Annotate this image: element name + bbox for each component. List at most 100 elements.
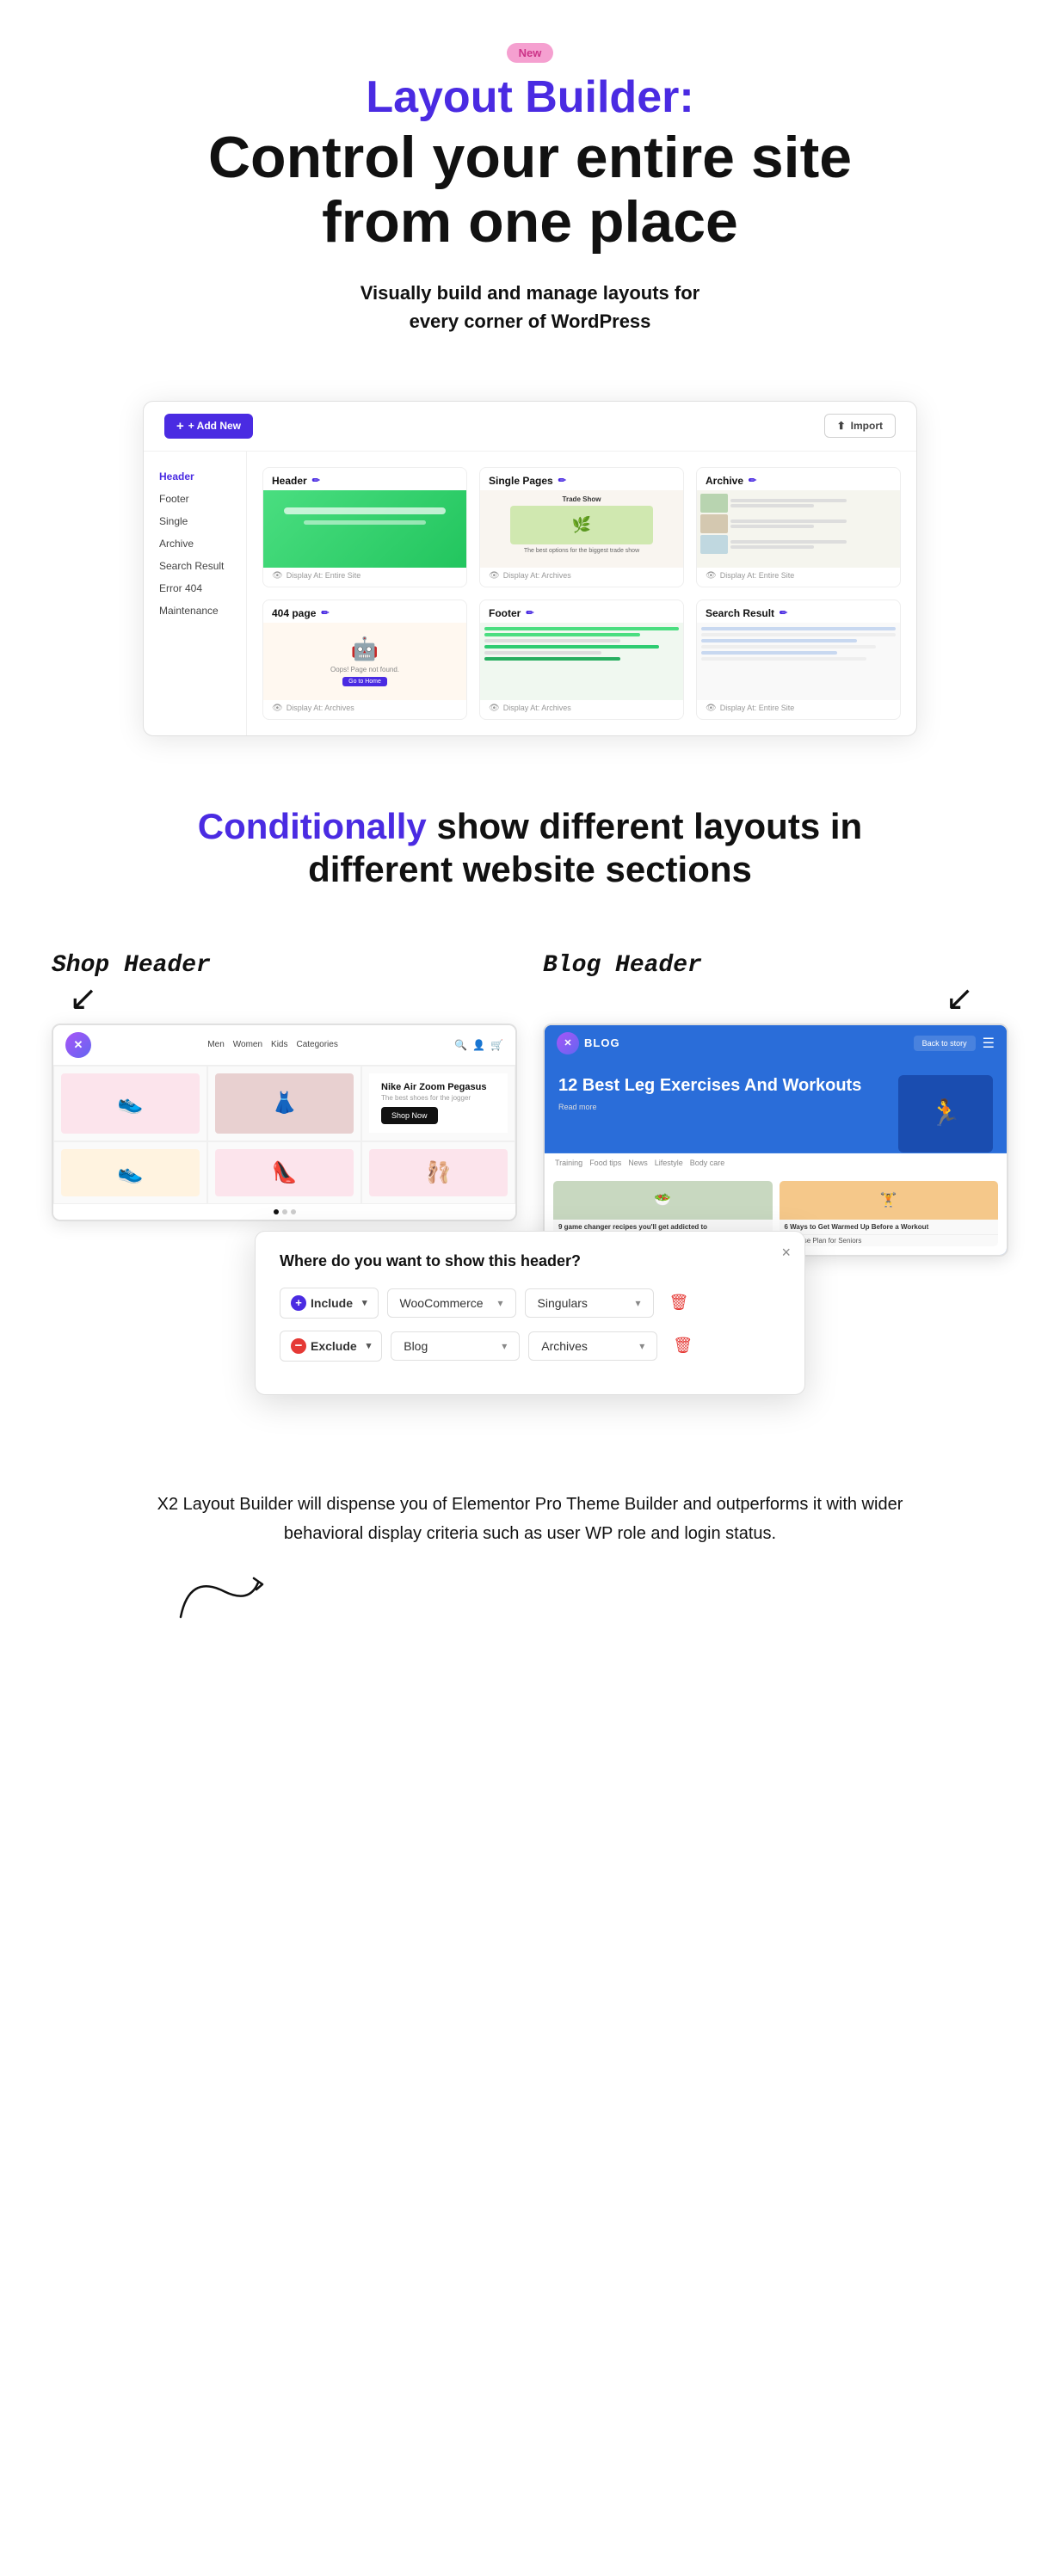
add-new-button[interactable]: + + Add New: [164, 414, 253, 439]
shop-icons: 🔍 👤 🛒: [454, 1039, 503, 1051]
new-badge-wrapper: New: [138, 43, 922, 73]
shop-product-1: 👟: [53, 1066, 207, 1141]
sidebar-item-footer[interactable]: Footer: [144, 488, 246, 510]
exclude-chevron-icon: ▾: [367, 1340, 372, 1351]
sidebar-item-single[interactable]: Single: [144, 510, 246, 532]
shop-body: 👟 👗 Nike Air Zoom Pegasus The best shoes…: [53, 1066, 515, 1220]
card-search-img: [697, 623, 900, 700]
hero-subtitle: Visually build and manage layouts for ev…: [138, 279, 922, 335]
shop-nav: Men Women Kids Categories: [207, 1040, 338, 1049]
archives-select[interactable]: Archives ▾: [528, 1331, 657, 1361]
eye-icon: 👁: [272, 571, 283, 581]
blog-mockup: ✕ BLOG Back to story ☰ 12 Best Leg Exerc…: [543, 1024, 1008, 1257]
edit-icon-2[interactable]: ✏: [558, 475, 566, 486]
blog-header-label: Blog Header: [543, 952, 1008, 979]
hero-title-colored: Layout Builder:: [138, 73, 922, 122]
woocommerce-select[interactable]: WooCommerce ▾: [387, 1288, 516, 1318]
mockup-body: Header Footer Single Archive Search Resu…: [144, 452, 916, 735]
card-archive: Archive ✏: [696, 467, 901, 587]
edit-icon-6[interactable]: ✏: [780, 607, 787, 618]
shop-product-2: 👗: [207, 1066, 361, 1141]
sidebar-item-archive[interactable]: Archive: [144, 532, 246, 555]
card-404-img: 🤖 Oops! Page not found. Go to Home: [263, 623, 466, 700]
blog-hero-image: 🏃: [898, 1075, 993, 1153]
card-header-img: [263, 490, 466, 568]
shop-mockup: ✕ Men Women Kids Categories 🔍 👤 🛒: [52, 1024, 517, 1221]
shop-product-detail: Nike Air Zoom Pegasus The best shoes for…: [361, 1066, 515, 1141]
bottom-section: X2 Layout Builder will dispense you of E…: [0, 1421, 1060, 1703]
shop-product-row: 👟 👗 Nike Air Zoom Pegasus The best shoes…: [53, 1066, 515, 1141]
shop-product-3: 👟: [53, 1141, 207, 1204]
row1-delete-button[interactable]: 🗑: [662, 1290, 696, 1315]
shop-topbar: ✕ Men Women Kids Categories 🔍 👤 🛒: [53, 1025, 515, 1066]
sidebar-item-error-404[interactable]: Error 404: [144, 577, 246, 599]
bottom-description: X2 Layout Builder will dispense you of E…: [138, 1490, 922, 1548]
blog-hero: 12 Best Leg Exercises And Workouts Read …: [545, 1061, 1007, 1153]
exclude-minus-icon: −: [291, 1338, 306, 1354]
shop-product-title: Nike Air Zoom Pegasus: [381, 1082, 496, 1092]
eye-icon-4: 👁: [272, 704, 283, 713]
headers-section: Shop Header ↙ ✕ Men Women Kids Categorie…: [0, 918, 1060, 1257]
arrow-decoration: [138, 1565, 922, 1634]
dialog-row-exclude: − Exclude ▾ Blog ▾ Archives ▾ 🗑: [280, 1331, 780, 1362]
arrow-icon-left: ↙: [69, 979, 98, 1018]
mockup-sidebar: Header Footer Single Archive Search Resu…: [144, 452, 247, 735]
card-footer-img: [480, 623, 683, 700]
singulars-select[interactable]: Singulars ▾: [525, 1288, 654, 1318]
show-header-dialog: × Where do you want to show this header?…: [255, 1231, 805, 1395]
sidebar-item-search-result[interactable]: Search Result: [144, 555, 246, 577]
shop-header-label: Shop Header: [52, 952, 211, 979]
exclude-button[interactable]: − Exclude ▾: [280, 1331, 382, 1362]
arrow-icon-right: ↙: [945, 979, 974, 1018]
dialog-wrapper: × Where do you want to show this header?…: [52, 1231, 1008, 1395]
menu-icon[interactable]: ☰: [983, 1035, 995, 1052]
edit-icon-5[interactable]: ✏: [526, 607, 533, 618]
layout-builder-mockup: + + Add New ⬆ Import Header Footer Singl…: [143, 401, 917, 736]
include-button[interactable]: + Include ▾: [280, 1288, 379, 1319]
card-footer: Footer ✏ 👁: [479, 599, 684, 720]
blog-hero-title: 12 Best Leg Exercises And Workouts: [558, 1075, 888, 1096]
blog-logo: ✕: [557, 1032, 579, 1054]
blog-column: Blog Header ↙ ✕ BLOG Back to story ☰: [543, 952, 1008, 1257]
include-chevron-icon: ▾: [362, 1297, 367, 1308]
edit-icon-4[interactable]: ✏: [321, 607, 329, 618]
mockup-grid: Header ✏ 👁 Display At: Entire Site: [247, 452, 916, 735]
dialog-row-include: + Include ▾ WooCommerce ▾ Singulars ▾ 🗑: [280, 1288, 780, 1319]
conditional-highlight: Conditionally: [198, 806, 427, 846]
plus-icon: +: [176, 419, 184, 433]
archives-chevron-icon: ▾: [639, 1340, 644, 1352]
blog-select[interactable]: Blog ▾: [391, 1331, 520, 1361]
card-archive-img: [697, 490, 900, 568]
mockup-topbar: + + Add New ⬆ Import: [144, 402, 916, 452]
dialog-title: Where do you want to show this header?: [280, 1252, 780, 1270]
new-badge: New: [507, 43, 554, 63]
search-icon: 🔍: [454, 1039, 467, 1051]
conditional-section: Conditionally show different layouts in …: [0, 753, 1060, 918]
edit-icon[interactable]: ✏: [312, 475, 320, 486]
row2-delete-button[interactable]: 🗑: [666, 1333, 699, 1358]
card-404: 404 page ✏ 🤖 Oops! Page not found. Go to…: [262, 599, 467, 720]
shop-product-4: 👠: [207, 1141, 361, 1204]
import-icon: ⬆: [837, 420, 846, 432]
mockup-wrapper: + + Add New ⬆ Import Header Footer Singl…: [0, 401, 1060, 736]
scribble-arrow-icon: [172, 1565, 275, 1634]
import-button[interactable]: ⬆ Import: [824, 414, 896, 438]
eye-icon-5: 👁: [489, 704, 500, 713]
dialog-close-button[interactable]: ×: [781, 1244, 791, 1262]
eye-icon-2: 👁: [489, 571, 500, 581]
blog-read-more[interactable]: Read more: [558, 1103, 888, 1111]
blog-chevron-icon: ▾: [502, 1340, 507, 1352]
eye-icon-6: 👁: [706, 704, 717, 713]
conditional-title: Conditionally show different layouts in …: [138, 805, 922, 892]
singulars-chevron-icon: ▾: [636, 1297, 641, 1309]
woocommerce-chevron-icon: ▾: [498, 1297, 503, 1309]
card-single-img: Trade Show 🌿 The best options for the bi…: [480, 490, 683, 568]
card-search-result: Search Result ✏: [696, 599, 901, 720]
edit-icon-3[interactable]: ✏: [749, 475, 756, 486]
shop-cta-button[interactable]: Shop Now: [381, 1107, 438, 1124]
blog-back-button[interactable]: Back to story: [914, 1036, 976, 1051]
sidebar-item-maintenance[interactable]: Maintenance: [144, 599, 246, 622]
hero-section: New Layout Builder: Control your entire …: [0, 0, 1060, 370]
eye-icon-3: 👁: [706, 571, 717, 581]
sidebar-item-header[interactable]: Header: [144, 465, 246, 488]
